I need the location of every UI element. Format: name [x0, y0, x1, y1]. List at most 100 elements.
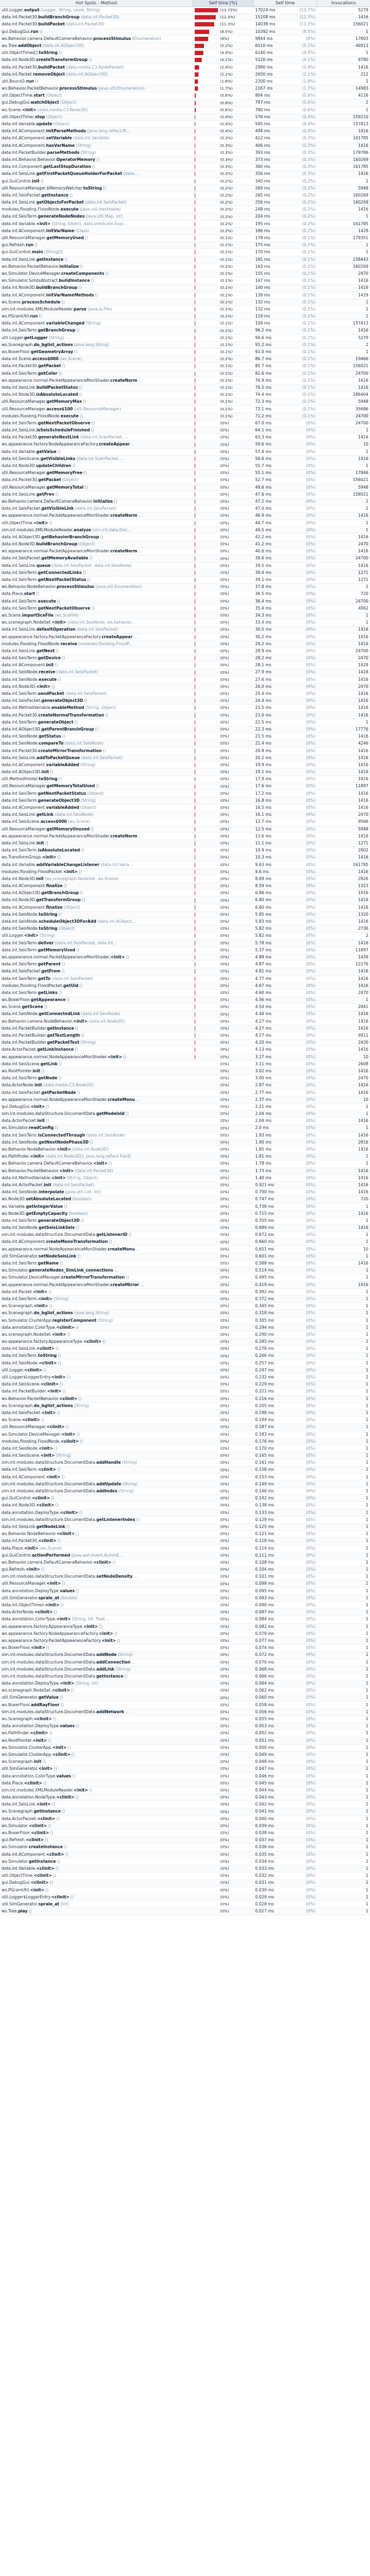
table-row[interactable]: ws.Scene.processSchedule() (0.1%) 132 ms (0… — [0, 299, 370, 306]
table-row[interactable]: ws.Scene.<init> (data.media.C3.Node3D) (0.… — [0, 107, 370, 114]
table-row[interactable]: data.int.Packet30.generateNextLink (data.… — [0, 434, 370, 442]
table-row[interactable]: ws.Simulator.ClusterApp.<clinit>() (0%) 0.… — [0, 1751, 370, 1759]
table-row[interactable]: ws.Simulator.DeviceManager.createCompone… — [0, 270, 370, 278]
table-row[interactable]: ws.Simulator.getInstance() (0%) 0.034 ms (0… — [0, 1858, 370, 1865]
table-row[interactable]: data.int.AComponent.<init>() (0%) 0.153 ms… — [0, 1474, 370, 1481]
table-row[interactable]: data.annotation.NodeType.<clinit>() (0%) 0… — [0, 1794, 370, 1802]
table-row[interactable]: util.ResourceManager.<clinit>() (0%) 0.187… — [0, 1424, 370, 1431]
table-row[interactable]: data.int.Packet30.getPacket() (0.1%) 85.7 … — [0, 363, 370, 370]
table-row[interactable]: ws.Node3D.setAbsoluteLocated (boolean) (0%… — [0, 1196, 370, 1204]
table-row[interactable]: data.int.SeisTerm.getName() (0%) 0.588 ms(… — [0, 1260, 370, 1268]
table-row[interactable]: data.int.SeisScene.<clinit>() (0%) 0.229 m… — [0, 1381, 370, 1389]
table-row[interactable]: ws.Scenegraph.do_bglist_actions (java.lan… — [0, 341, 370, 349]
table-row[interactable]: data.int.SeisTerm.toString() (0%) 0.266 ms… — [0, 1353, 370, 1360]
table-row[interactable]: data.annotation.ColorType.<init> (String,… — [0, 1616, 370, 1624]
table-row[interactable]: data.int.Variable.<init> (String, Object,… — [0, 221, 370, 228]
table-row[interactable]: ws.appearance.factory.NodeAppearanceFact… — [0, 1631, 370, 1638]
column-header-self-time-percent[interactable]: Self time [%] — [193, 0, 253, 6]
table-row[interactable]: data.int.SeisTerm.isAbsoluteLocated() (0%… — [0, 847, 370, 855]
table-row[interactable]: ws.Behavior.camera.NodeBehavior.<init> (d… — [0, 1018, 370, 1025]
table-row[interactable]: ws.TransformGroup.<init>() (0%) 10.3 ms (0%… — [0, 854, 370, 862]
table-row[interactable]: data.int.AComponent.finalize (Object) (0%)… — [0, 904, 370, 911]
table-row[interactable]: util.ObjectTime.<clinit>() (0%) 0.032 ms (0… — [0, 1872, 370, 1880]
table-row[interactable]: data.int.SeisTerm.getLinks() (0%) 4.60 ms(… — [0, 990, 370, 997]
table-row[interactable]: sim.int.modules.dataStructure.DocumentDa… — [0, 1459, 370, 1467]
table-row[interactable]: data.int.SeisLink.<init>() (0%) 0.042 ms (0… — [0, 1801, 370, 1809]
table-row[interactable]: gui.DebugGui.run() (8.5%) 10392 ms (8.5%) 1 — [0, 28, 370, 36]
table-row[interactable]: ws.appearance.normal.PacketAppearanceMon… — [0, 1281, 370, 1289]
table-row[interactable]: data.int.Packet30.<clinit>() (0%) 0.118 ms… — [0, 1538, 370, 1545]
table-row[interactable]: data.int.AComponent.initVarName (Class) (0… — [0, 227, 370, 235]
table-row[interactable]: data.int.SeisLink.getNodeLink() (0%) 0.125… — [0, 1523, 370, 1531]
table-row[interactable]: data.int.SeisPacket.getVisibleLink (data.… — [0, 505, 370, 513]
table-row[interactable]: ws.appearance.factory.NodeAppearanceFact… — [0, 441, 370, 449]
table-row[interactable]: data.int.AComponent.initParseMethods (jav… — [0, 128, 370, 136]
table-row[interactable]: ws.PGramUtil.<init>() (0%) 0.030 ms (0%) 1 — [0, 1887, 370, 1894]
table-row[interactable]: sim.int.modules.dataStructure.DocumentDa… — [0, 1488, 370, 1496]
table-row[interactable]: data.int.Packet30.createMirrorTransforma… — [0, 748, 370, 755]
table-row[interactable]: util.ObjectTime.start (Object) (0.6%) 804 m… — [0, 92, 370, 100]
table-row[interactable]: util.Bound3.run() (1.8%) 2300 ms (1.8%) 1 — [0, 78, 370, 86]
table-row[interactable]: ws.Behavior.camera.DefaultCameraBehavior… — [0, 36, 370, 43]
table-row[interactable]: ws.Behavior.PacketBehavior.processStimul… — [0, 85, 370, 93]
table-row[interactable]: ws.Scenegraph.do_bglist_actions (java.lan… — [0, 1310, 370, 1317]
table-row[interactable]: modules.flooding.FloodPacket.getUid() (0%… — [0, 982, 370, 990]
table-row[interactable]: ws.PGramUtil.run() (0.1%) 119 ms (0.1%) 1 — [0, 313, 370, 321]
table-row[interactable]: util.ObjectTime.<init>() (0%) 44.7 ms (0%) 1 — [0, 520, 370, 527]
table-row[interactable]: data.int.SeisNode.compareTo (data.int.Sei… — [0, 740, 370, 748]
table-row[interactable]: ws.Pathfinder.<clinit>() (0%) 0.052 ms (0%)… — [0, 1730, 370, 1737]
table-row[interactable]: data.int.SeisLink.getPrev() (0%) 47.6 ms (0… — [0, 491, 370, 498]
table-row[interactable]: data.int.AComponent.hasVarName (String) (0… — [0, 142, 370, 150]
table-row[interactable]: data.int.PacketBuilder.getTextLength() (0… — [0, 1032, 370, 1040]
table-row[interactable]: data.int.PacketBuilder.getPacketText (Str… — [0, 1039, 370, 1047]
column-header-method[interactable]: Hot Spots - Method — [0, 0, 193, 6]
table-row[interactable]: util.SimGenerator.sprale_at (double) (0%) 0… — [0, 1594, 370, 1602]
table-row[interactable]: ws.Behavior.NodeBehavior.processStimulus… — [0, 584, 370, 591]
table-row[interactable]: util.ResourceManager.$MemoryWatcher.toSt… — [0, 185, 370, 192]
table-row[interactable]: ws.Scene.importSceFile (ws.SceFile) (0%) 34… — [0, 612, 370, 620]
table-row[interactable]: util.ResourceManager.access$100 (util.Res… — [0, 406, 370, 413]
table-row[interactable]: data.int.SeisTerm.sendPacket (data.int.Se… — [0, 691, 370, 698]
table-row[interactable]: ws.Simulator.ClusterApp.<init>() (0%) 0.05… — [0, 1745, 370, 1752]
table-row[interactable]: sim.int.modules.dataStructure.DocumentDa… — [0, 1673, 370, 1681]
table-row[interactable]: data.int.Variable.update (Object) (0.4%) 54… — [0, 121, 370, 129]
table-row[interactable]: data.int.PacketBuilder.parseMethods (Stri… — [0, 150, 370, 157]
table-row[interactable]: ws.appearance.normal.PacketAppearanceMon… — [0, 512, 370, 520]
table-row[interactable]: gui.GuiControl.main (String[]) (0.1%) 170 m… — [0, 249, 370, 256]
table-row[interactable]: data.annotation.ColorType.<clinit>() (0%)… — [0, 1324, 370, 1331]
table-row[interactable]: sim.int.modules.dataStructure.DocumentDa… — [0, 1659, 370, 1666]
table-row[interactable]: data.ActorNode.<clinit>() (0%) 0.087 ms (0%… — [0, 1609, 370, 1617]
table-row[interactable]: ws.Behavior.camera.DefaultCameraBehavior… — [0, 1160, 370, 1168]
table-row[interactable]: util.Logger.<init> (String) (0%) 5.82 ms (0%… — [0, 932, 370, 940]
table-row[interactable]: data.int.SeisNode.receive (data.int.SeisP… — [0, 669, 370, 677]
table-row[interactable]: util.ResourceManager.<init>() (0%) 0.098 m… — [0, 1580, 370, 1588]
table-row[interactable]: modules.flooding.FloodNode.execute (java.… — [0, 206, 370, 214]
table-row[interactable]: data.int.ActorPacket.init (data.int.SeisP… — [0, 1181, 370, 1189]
table-row[interactable]: data.int.SeisNode.<init>() (0%) 0.170 ms (0… — [0, 1445, 370, 1453]
table-row[interactable]: data.int.SeisTerm.getMemoryUsed() (0%) 5.3… — [0, 947, 370, 954]
table-row[interactable]: ws.appearance.factory.AppearanceType.<in… — [0, 1623, 370, 1631]
table-row[interactable]: data.int.MethodVariable.<init> (String, O… — [0, 1175, 370, 1182]
table-row[interactable]: ws.Simulator.DeviceManager.createMirrorT… — [0, 1274, 370, 1282]
table-row[interactable]: data.int.SeisLink.isSeisScheduleFinished… — [0, 427, 370, 435]
table-row[interactable]: data.ActorNode.init (data.media.C3.Node3D… — [0, 1082, 370, 1090]
table-row[interactable]: ws.BoxerFloor.getGeometryArray() (0.1%) 91… — [0, 349, 370, 356]
table-row[interactable]: data.int.AObject3D.getParentBranchGroup(… — [0, 726, 370, 734]
table-row[interactable]: data.int.SeisNode.execute() (0%) 27.6 ms (0… — [0, 677, 370, 684]
column-header-self-time[interactable]: Self time — [253, 0, 317, 6]
column-header-invocations[interactable]: Invocations — [317, 0, 370, 6]
table-row[interactable]: gui.Refresh.run() (0.1%) 175 ms (0.1%) 1 — [0, 242, 370, 249]
table-row[interactable]: ws.Tree.play() (0%) 0.027 ms (0%) 1 — [0, 1908, 370, 1916]
table-row[interactable]: data.int.SeisPacket.getInstance() (0.2%) 2… — [0, 192, 370, 200]
table-row[interactable]: data.int.SeisNode.<clinit>() (0%) 0.257 ms… — [0, 1360, 370, 1367]
table-row[interactable]: ws.Behavior.camera.DefaultCameraBehavior… — [0, 1559, 370, 1567]
table-row[interactable]: data.annotation.DeployType.<init> (String… — [0, 1680, 370, 1688]
table-row[interactable]: data.int.SeisTerm.getTo (data.int.SeisPac… — [0, 976, 370, 983]
table-row[interactable]: data.annotation.DeployType.<clinit>() (0%… — [0, 1509, 370, 1517]
table-row[interactable]: data.Place.<clinit>() (0%) 0.045 ms (0%) 1 — [0, 1780, 370, 1787]
table-row[interactable]: data.Place.<init> (ws.Scene) (0%) 0.114 ms(… — [0, 1545, 370, 1552]
table-row[interactable]: data.int.SeisNode.interpolate (java.util.… — [0, 1189, 370, 1196]
table-row[interactable]: data.int.SeisTerm.getDevice() (0%) 28.2 ms… — [0, 655, 370, 662]
table-row[interactable]: sim.int.modules.dataStructure.DocumentDa… — [0, 1111, 370, 1118]
table-row[interactable]: util.ResourceManager.getMemoryTotalUsed(… — [0, 783, 370, 790]
